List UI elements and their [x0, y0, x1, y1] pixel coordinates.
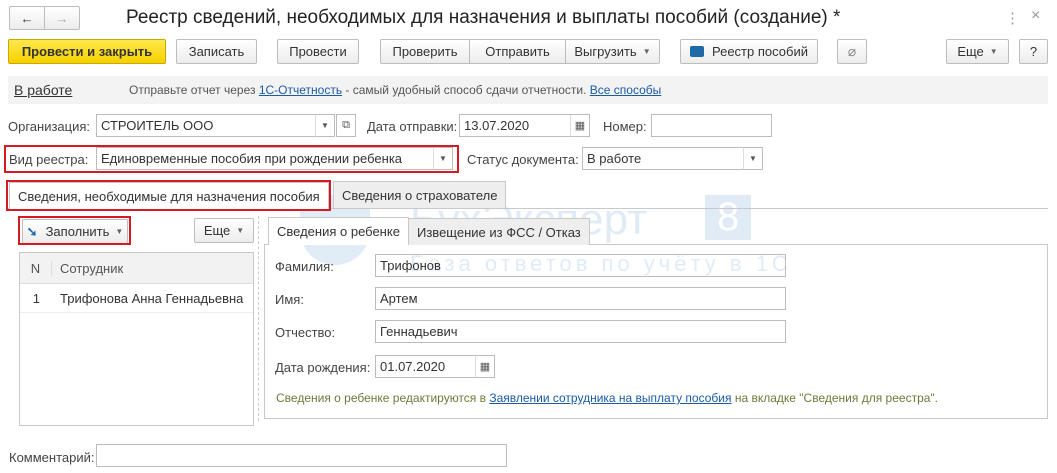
- paperclip-icon: ⌀: [847, 43, 857, 59]
- chevron-down-icon: ▼: [642, 47, 651, 56]
- tab-child-info[interactable]: Сведения о ребенке: [268, 217, 409, 245]
- organization-field[interactable]: СТРОИТЕЛЬ ООО: [96, 114, 316, 137]
- back-button[interactable]: ←: [9, 6, 45, 30]
- child-info-note: Сведения о ребенке редактируются в Заявл…: [276, 391, 938, 405]
- all-methods-link[interactable]: Все способы: [590, 83, 662, 97]
- highlight-tab: [6, 180, 331, 211]
- save-button[interactable]: Записать: [176, 39, 257, 64]
- table-header: N Сотрудник: [20, 253, 253, 284]
- more-label: Еще: [957, 44, 984, 59]
- calendar-icon[interactable]: ▦: [475, 355, 495, 378]
- doc-status-field[interactable]: В работе: [582, 147, 744, 170]
- printer-icon: [690, 46, 704, 57]
- open-icon[interactable]: ⧉: [336, 114, 356, 137]
- col-n[interactable]: N: [20, 260, 52, 276]
- name-field[interactable]: Артем: [375, 287, 786, 310]
- benefit-registry-label: Реестр пособий: [712, 44, 808, 59]
- left-more-button[interactable]: Еще ▼: [194, 218, 254, 243]
- patronymic-label: Отчество:: [275, 325, 336, 340]
- comment-field[interactable]: [96, 444, 507, 467]
- number-label: Номер:: [603, 119, 647, 134]
- info-text-before: Отправьте отчет через: [129, 83, 259, 97]
- note-after: на вкладке "Сведения для реестра".: [731, 391, 939, 405]
- table-row[interactable]: 1 Трифонова Анна Геннадьевна: [20, 284, 253, 313]
- birth-date-label: Дата рождения:: [275, 360, 371, 375]
- info-text: Отправьте отчет через 1С-Отчетность - са…: [129, 83, 661, 97]
- doc-status-dropdown[interactable]: ▼: [743, 147, 763, 170]
- send-date-label: Дата отправки:: [367, 119, 458, 134]
- surname-label: Фамилия:: [275, 259, 334, 274]
- arrow-right-icon: →: [55, 10, 69, 26]
- benefit-registry-button[interactable]: Реестр пособий: [680, 39, 818, 64]
- highlight-registry-type: [4, 145, 459, 173]
- row-employee: Трифонова Анна Геннадьевна: [60, 290, 244, 306]
- panel-separator: [258, 216, 259, 421]
- post-button[interactable]: Провести: [277, 39, 359, 64]
- more-actions-icon[interactable]: ⋮: [1005, 9, 1020, 27]
- col-employee[interactable]: Сотрудник: [52, 261, 123, 276]
- attach-button[interactable]: ⌀: [837, 39, 867, 64]
- close-icon[interactable]: ×: [1031, 7, 1040, 25]
- check-button[interactable]: Проверить: [380, 39, 470, 64]
- organization-label: Организация:: [8, 119, 91, 134]
- left-more-label: Еще: [203, 223, 231, 238]
- tab-fss-notice[interactable]: Извещение из ФСС / Отказ: [408, 218, 590, 245]
- highlight-fill: [18, 216, 131, 245]
- organization-dropdown[interactable]: ▼: [315, 114, 335, 137]
- 1c-reporting-link[interactable]: 1С-Отчетность: [259, 83, 342, 97]
- employee-application-link[interactable]: Заявлении сотрудника на выплату пособия: [489, 391, 731, 405]
- patronymic-field[interactable]: Геннадьевич: [375, 320, 786, 343]
- status-link[interactable]: В работе: [14, 82, 72, 98]
- comment-label: Комментарий:: [9, 450, 95, 465]
- post-and-close-button[interactable]: Провести и закрыть: [8, 39, 166, 64]
- send-button[interactable]: Отправить: [469, 39, 566, 64]
- row-n: 1: [32, 290, 40, 306]
- calendar-icon[interactable]: ▦: [570, 114, 590, 137]
- birth-date-field[interactable]: 01.07.2020: [375, 355, 476, 378]
- forward-button[interactable]: →: [44, 6, 80, 30]
- export-label: Выгрузить: [574, 44, 637, 59]
- chevron-down-icon: ▼: [236, 226, 245, 235]
- chevron-down-icon: ▼: [989, 47, 998, 56]
- tab-insurer-info[interactable]: Сведения о страхователе: [333, 181, 507, 208]
- export-button[interactable]: Выгрузить ▼: [565, 39, 660, 64]
- send-date-field[interactable]: 13.07.2020: [459, 114, 571, 137]
- name-label: Имя:: [275, 292, 304, 307]
- watermark-num: 8: [705, 195, 752, 240]
- arrow-left-icon: ←: [20, 10, 34, 26]
- page-title: Реестр сведений, необходимых для назначе…: [126, 7, 841, 28]
- more-button[interactable]: Еще ▼: [946, 39, 1009, 64]
- info-text-after: - самый удобный способ сдачи отчетности.: [342, 83, 590, 97]
- surname-field[interactable]: Трифонов: [375, 254, 786, 277]
- number-field[interactable]: [651, 114, 772, 137]
- help-button[interactable]: ?: [1019, 39, 1048, 64]
- doc-status-label: Статус документа:: [467, 152, 579, 167]
- note-before: Сведения о ребенке редактируются в: [276, 391, 490, 405]
- employee-table: N Сотрудник 1 Трифонова Анна Геннадьевна: [19, 252, 254, 426]
